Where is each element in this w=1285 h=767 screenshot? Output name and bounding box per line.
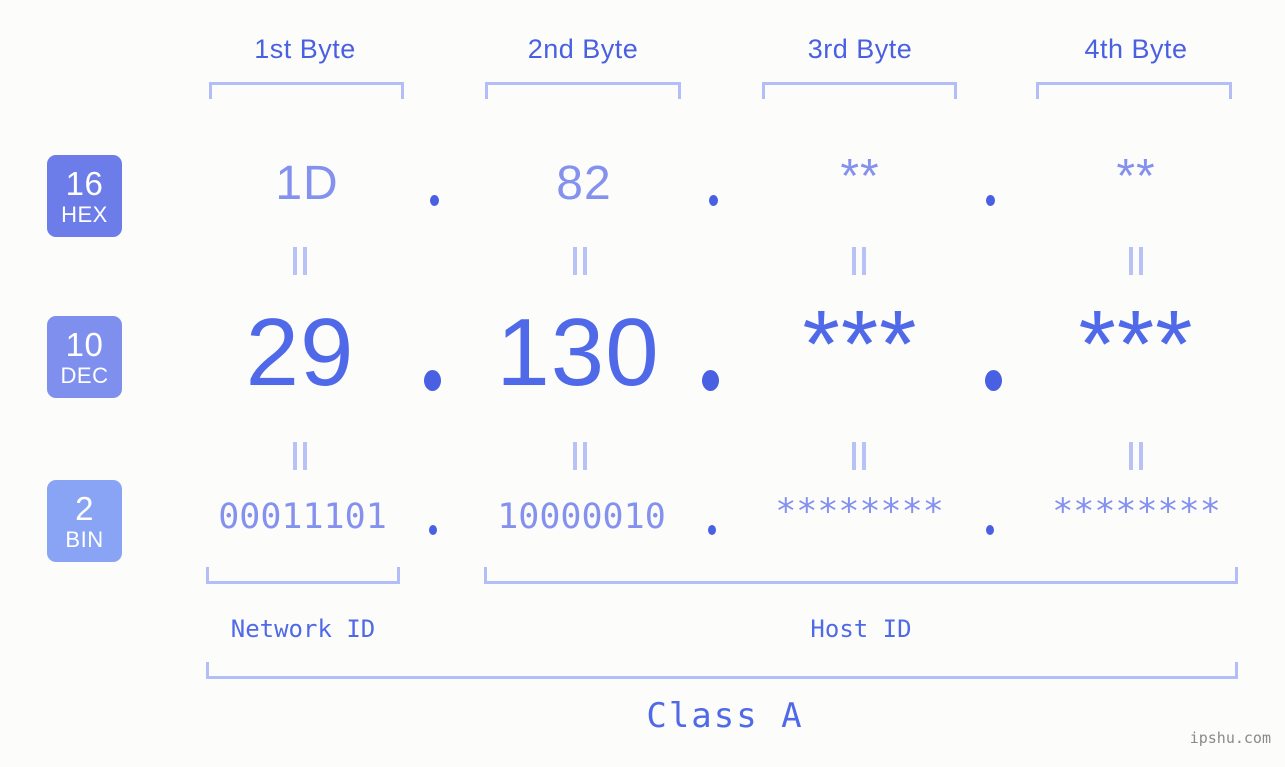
bin-separator-dot-2: [708, 525, 716, 535]
class-bracket: [206, 662, 1238, 679]
dec-byte-4-value: ***: [1078, 291, 1194, 398]
network-id-bracket: [206, 567, 400, 584]
byte-bracket-top-1: [209, 82, 404, 99]
hex-separator-dot-2: [709, 195, 718, 206]
network-id-label: Network ID: [230, 615, 376, 643]
equals-mark-dec-bin-2: [572, 442, 589, 470]
base-badge-hex: 16 HEX: [47, 155, 122, 237]
base-badge-bin-label: BIN: [65, 526, 104, 552]
equals-mark-hex-dec-2: [572, 247, 589, 275]
bin-byte-3-value: ********: [775, 492, 944, 532]
class-label: Class A: [646, 696, 804, 736]
base-badge-hex-label: HEX: [61, 201, 108, 227]
dec-byte-3-value: ***: [802, 291, 918, 398]
equals-mark-dec-bin-4: [1128, 442, 1145, 470]
bin-byte-1-value: 00011101: [218, 497, 387, 537]
equals-mark-hex-dec-3: [851, 247, 868, 275]
byte-bracket-top-3: [762, 82, 957, 99]
base-badge-dec: 10 DEC: [47, 316, 122, 398]
dec-separator-dot-3: [985, 370, 1002, 391]
bin-byte-2-value: 10000010: [497, 497, 666, 537]
byte-header-3: 3rd Byte: [807, 34, 913, 64]
bin-separator-dot-1: [429, 525, 437, 535]
ip-byte-breakdown-diagram: 1st Byte 2nd Byte 3rd Byte 4th Byte 16 H…: [0, 0, 1285, 767]
equals-mark-dec-bin-1: [292, 442, 309, 470]
base-badge-dec-label: DEC: [60, 362, 109, 388]
dec-separator-dot-1: [424, 370, 441, 391]
hex-byte-3-value: **: [840, 150, 880, 203]
equals-mark-dec-bin-3: [851, 442, 868, 470]
dec-byte-1-value: 29: [245, 299, 355, 406]
host-id-label: Host ID: [810, 615, 912, 643]
dec-byte-2-value: 130: [496, 299, 660, 406]
bin-separator-dot-3: [986, 525, 994, 535]
byte-bracket-top-4: [1036, 82, 1232, 99]
base-badge-bin: 2 BIN: [47, 480, 122, 562]
equals-mark-hex-dec-4: [1128, 247, 1145, 275]
byte-bracket-top-2: [485, 82, 681, 99]
hex-byte-4-value: **: [1116, 150, 1156, 203]
dec-separator-dot-2: [702, 370, 719, 391]
hex-byte-2-value: 82: [556, 157, 612, 210]
base-badge-hex-number: 16: [65, 164, 104, 202]
bin-byte-4-value: ********: [1052, 492, 1221, 532]
byte-header-2: 2nd Byte: [527, 34, 639, 64]
byte-header-1: 1st Byte: [254, 34, 356, 64]
byte-header-4: 4th Byte: [1084, 34, 1188, 64]
host-id-bracket: [484, 567, 1238, 584]
equals-mark-hex-dec-1: [292, 247, 309, 275]
hex-separator-dot-1: [430, 195, 439, 206]
hex-separator-dot-3: [986, 195, 995, 206]
hex-byte-1-value: 1D: [275, 157, 339, 210]
base-badge-bin-number: 2: [75, 489, 94, 527]
base-badge-dec-number: 10: [65, 325, 104, 363]
site-watermark: ipshu.com: [1189, 729, 1271, 747]
